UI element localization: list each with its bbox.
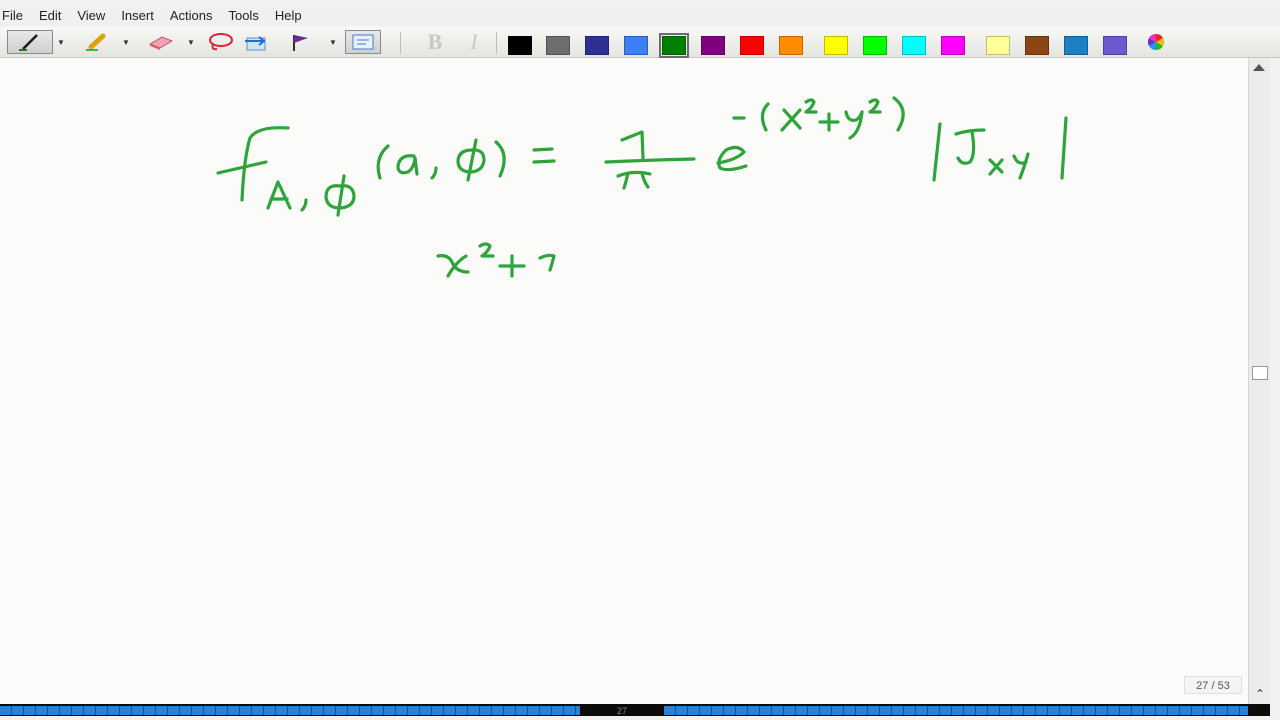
color-swatch[interactable] [508,36,532,55]
menu-bar: File Edit View Insert Actions Tools Help [0,6,1280,26]
lasso-select-button[interactable] [204,30,236,54]
handwritten-ink [216,96,1068,278]
insert-space-icon [242,32,272,52]
highlighter-dropdown[interactable]: ▼ [121,30,131,54]
taskbar-strip: 27 [0,704,1270,716]
color-swatch[interactable] [863,36,887,55]
highlighter-tool-button[interactable] [80,30,114,54]
color-swatch[interactable] [941,36,965,55]
pen-icon [15,32,45,52]
color-swatch[interactable] [779,36,803,55]
menu-file[interactable]: File [0,6,31,26]
menu-edit[interactable]: Edit [31,6,69,26]
flag-button[interactable] [285,30,317,54]
color-swatch[interactable] [585,36,609,55]
window-edge [1270,58,1280,720]
pen-dropdown[interactable]: ▼ [56,30,66,54]
color-swatch[interactable] [546,36,570,55]
chevron-down-icon: ▼ [122,37,130,47]
eraser-dropdown[interactable]: ▼ [186,30,196,54]
highlighter-icon [82,32,112,52]
color-swatch[interactable] [740,36,764,55]
insert-space-button[interactable] [240,30,274,54]
chevron-down-icon: ▼ [329,37,337,47]
note-page[interactable]: 27 / 53 [0,58,1248,704]
flag-dropdown[interactable]: ▼ [328,30,338,54]
color-swatch[interactable] [902,36,926,55]
color-swatch[interactable] [1025,36,1049,55]
toolbar-separator [400,32,401,54]
menu-help[interactable]: Help [267,6,310,26]
chevron-down-icon: ▼ [187,37,195,47]
chevron-double-up-icon[interactable]: ⌃ [1252,687,1268,701]
color-swatch[interactable] [824,36,848,55]
vertical-scrollbar[interactable]: ⌃ [1248,58,1271,704]
toolbar-separator [496,32,497,54]
lasso-select-icon [205,32,235,52]
scroll-thumb[interactable] [1252,366,1268,380]
app-window: File Edit View Insert Actions Tools Help… [0,0,1280,720]
menu-actions[interactable]: Actions [162,6,221,26]
taskbar-center-label: 27 [616,706,627,716]
color-swatch[interactable] [659,33,689,58]
custom-color-button[interactable] [1141,30,1171,54]
text-box-button[interactable] [345,30,381,54]
eraser-icon [144,32,176,52]
menu-insert[interactable]: Insert [113,6,162,26]
menu-view[interactable]: View [69,6,113,26]
bold-button[interactable]: B [423,30,447,54]
color-swatch[interactable] [986,36,1010,55]
color-swatch[interactable] [701,36,725,55]
page-indicator: 27 / 53 [1184,676,1242,694]
color-wheel-icon [1143,32,1169,52]
chevron-down-icon: ▼ [57,37,65,47]
color-swatch[interactable] [1064,36,1088,55]
color-swatch[interactable] [624,36,648,55]
text-box-icon [350,32,376,52]
menu-tools[interactable]: Tools [220,6,266,26]
taskbar-segment-right [664,706,1248,715]
taskbar-segment-left [0,706,580,715]
scroll-up-icon[interactable] [1253,64,1265,71]
pen-tool-button[interactable] [7,30,53,54]
eraser-tool-button[interactable] [142,30,178,54]
toolbar: ▼ ▼ ▼ ▼ B I [0,27,1280,58]
flag-icon [286,32,316,52]
italic-button[interactable]: I [462,30,486,54]
color-swatch[interactable] [1103,36,1127,55]
